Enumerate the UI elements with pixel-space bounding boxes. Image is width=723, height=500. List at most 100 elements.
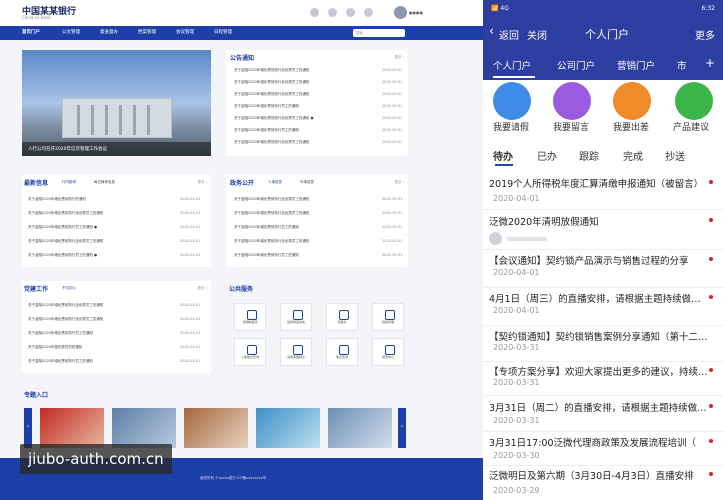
user-avatar[interactable] (394, 6, 407, 19)
list-item[interactable]: 【契约锁通知】契约锁销售案例分享通知（第十二… 2020-03-31 (483, 326, 723, 362)
tab-gov-foreign[interactable]: 外事信息 (300, 180, 314, 185)
leave-request-icon[interactable] (493, 82, 531, 120)
action-label-trip[interactable]: 我要出差 (613, 120, 649, 133)
mail-icon[interactable] (310, 8, 319, 17)
tab-tracking[interactable]: 跟踪 (579, 148, 599, 163)
close-button[interactable]: 关闭 (527, 27, 547, 42)
gov-row[interactable]: 关于金融2020年增优贯彻执行及优秀员工的通知 2020-05-01 (234, 211, 402, 216)
service-archive[interactable]: 档案管理 (372, 303, 404, 331)
tab-done[interactable]: 已办 (537, 148, 557, 163)
portal-tabs: 个人门户 公司门户 营销门户 市 + (483, 48, 723, 80)
back-arrow-icon[interactable]: ‹ (489, 24, 494, 39)
unread-dot (709, 368, 713, 372)
service-reports[interactable]: 报告中心 (372, 338, 404, 366)
news-more-link[interactable]: 更多 › (197, 180, 207, 185)
action-label-leave[interactable]: 我要请假 (493, 120, 529, 133)
notice-row[interactable]: 关于金融2020年增优贯彻执行及优秀员工的通知 ● 2020-05-01 (234, 116, 402, 121)
status-bar: 📶 4G 6:32 (483, 0, 723, 18)
nav-item-docs[interactable]: 公文管理 (62, 29, 80, 35)
notice-more-link[interactable]: 更多 › (394, 55, 404, 60)
topic-thumb[interactable] (256, 408, 320, 448)
topics-prev-arrow[interactable]: ‹ (24, 408, 32, 448)
message-icon[interactable] (553, 82, 591, 120)
add-tab-button[interactable]: + (705, 56, 715, 70)
topic-thumb[interactable] (40, 408, 104, 448)
nav-item-home[interactable]: 首页门户 (22, 29, 40, 35)
news-row[interactable]: 关于金融2020年增优贯彻执行员工的通知 ● 2020-05-01 (28, 225, 200, 230)
nav-item-schedule[interactable]: 日程管理 (214, 29, 232, 35)
service-latest[interactable]: 最新制度动态 (280, 303, 312, 331)
topics-next-arrow[interactable]: › (398, 408, 406, 448)
gov-row[interactable]: 关于金融2020年增优贯彻执行及优秀员工的通知 2020-05-01 (234, 197, 402, 202)
item-title: 【专项方案分享】欢迎大家提出更多的建议，持续… (489, 367, 708, 378)
tab-personal-portal[interactable]: 个人门户 (493, 58, 531, 72)
list-item[interactable]: 2019个人所得税年度汇算清缴申报通知（被留言） 2020-04-01 (483, 170, 723, 210)
bank-logo-en: China xx Bank (22, 15, 51, 20)
user-name[interactable]: ●●●● (409, 10, 423, 15)
action-label-suggestion[interactable]: 产品建议 (673, 120, 709, 133)
tab-gov-personnel[interactable]: 人事信息 (268, 180, 282, 185)
topic-thumb[interactable] (112, 408, 176, 448)
star-icon[interactable] (346, 8, 355, 17)
notice-row[interactable]: 关于金融2020年增优贯彻执行员工的通知 2020-05-01 (234, 104, 402, 109)
desktop-header: 中国某某银行 China xx Bank ●●●● (0, 0, 483, 26)
notice-row[interactable]: 关于金融2020年增优贯彻执行及优秀员工的通知 2020-05-01 (234, 140, 402, 145)
nav-item-supervise[interactable]: 督查督办 (100, 29, 118, 35)
list-item[interactable]: 【专项方案分享】欢迎大家提出更多的建议，持续… 2020-03-31 (483, 362, 723, 396)
list-item[interactable]: 3月31日（周二）的直播安排，请根据主题持续做… 2020-03-31 (483, 396, 723, 432)
notice-row[interactable]: 关于金融2020年增优贯彻执行员工的通知 2020-05-01 (234, 128, 402, 133)
news-banner[interactable]: 人行公司召开2020年信贷管理工作会议 (22, 50, 211, 156)
tab-todo[interactable]: 待办 (493, 148, 513, 163)
list-item[interactable]: 3月31日17:00泛微代理商政策及发展流程培训（ 2020-03-30 (483, 432, 723, 466)
item-date: 2020-03-31 (493, 416, 540, 425)
tab-news-media[interactable]: 每日媒体信息 (94, 180, 115, 185)
topic-thumb[interactable] (184, 408, 248, 448)
nav-item-meeting[interactable]: 会议管理 (176, 29, 194, 35)
add-icon[interactable] (709, 333, 713, 337)
tab-party-origin[interactable]: 不忘初心 (62, 286, 76, 291)
news-row[interactable]: 关于金融2020年增优贯彻执行员工的通知 ● 2020-05-01 (28, 253, 200, 258)
more-button[interactable]: 更多 (695, 27, 715, 42)
gov-row[interactable]: 关于金融2020年增优贯彻执行员工的通知 2020-05-01 (234, 253, 402, 258)
service-weekly[interactable]: 周报表 (326, 303, 358, 331)
tab-cc[interactable]: 抄送 (665, 148, 685, 163)
tab-company-portal[interactable]: 公司门户 (557, 58, 595, 72)
service-rules[interactable]: 法规制度库 (234, 303, 266, 331)
tab-news-internal[interactable]: 行内新闻 (62, 180, 76, 185)
news-row[interactable]: 关于金融2020年增优贯彻执行及优秀员工的通知 2020-05-01 (28, 239, 200, 244)
notice-row[interactable]: 关于金融2020年增优贯彻执行及优秀员工的通知 2020-05-01 (234, 92, 402, 97)
news-row[interactable]: 关于金融2020年增优贯彻执行的通知 2020-05-01 (28, 197, 200, 202)
party-row[interactable]: 关于金融2020年增优贯彻执行员工的通知 2020-05-01 (28, 359, 200, 364)
settings-icon[interactable] (364, 8, 373, 17)
business-trip-icon[interactable] (613, 82, 651, 120)
product-suggestion-icon[interactable] (675, 82, 713, 120)
party-row[interactable]: 关于金融2020年增优贯彻执行及优秀员工的通知 2020-05-01 (28, 317, 200, 322)
tab-completed[interactable]: 完成 (623, 148, 643, 163)
party-row[interactable]: 关于金融2020年增优贯彻执行及优秀员工的通知 2020-05-01 (28, 303, 200, 308)
news-row[interactable]: 关于金融2020年增优贯彻执行及优秀员工的通知 2020-05-01 (28, 211, 200, 216)
bell-icon[interactable] (328, 8, 337, 17)
service-personnel[interactable]: 人事信息查询 (234, 338, 266, 366)
gov-more-link[interactable]: 更多 › (394, 180, 404, 185)
list-item[interactable]: 【会议通知】契约锁产品演示与销售过程的分享 2020-04-01 (483, 250, 723, 288)
action-label-message[interactable]: 我要留言 (553, 120, 589, 133)
tab-marketing-portal[interactable]: 营销门户 (617, 58, 655, 72)
nav-item-archive[interactable]: 档案管理 (138, 29, 156, 35)
notice-row[interactable]: 关于金融2020年增优贯彻执行及优秀员工的通知 2020-05-01 (234, 68, 402, 73)
service-review[interactable]: 请求审理报表 (280, 338, 312, 366)
list-item[interactable]: 泛微2020年清明放假通知 (483, 210, 723, 250)
list-item[interactable]: 泛微明日及第六期（3月30日-4月3日）直播安排 2020-03-29 (483, 466, 723, 500)
search-input[interactable]: 搜索 (353, 29, 405, 37)
notice-row[interactable]: 关于金融2020年增优贯彻执行及优秀员工的通知 2020-05-01 (234, 80, 402, 85)
page-title: 个人门户 (585, 28, 629, 41)
gov-row[interactable]: 关于金融2020年增优贯彻执行员工的通知 2020-05-01 (234, 225, 402, 230)
service-query[interactable]: 信息查询 (326, 338, 358, 366)
party-more-link[interactable]: 更多 › (197, 286, 207, 291)
party-row[interactable]: 关于金融2020年度优秀党员的通知 2020-05-01 (28, 345, 200, 350)
gov-row[interactable]: 关于金融2020年增优贯彻执行及优秀员工的通知 2020-05-01 (234, 239, 402, 244)
topic-thumb[interactable] (328, 408, 392, 448)
party-row[interactable]: 关于金融2020年增优贯彻执行员工的通知 2020-05-01 (28, 331, 200, 336)
list-item[interactable]: 4月1日（周三）的直播安排，请根据主题持续做… 2020-04-01 (483, 288, 723, 326)
tab-market-portal[interactable]: 市 (677, 58, 687, 72)
back-button[interactable]: 返回 (499, 27, 519, 42)
